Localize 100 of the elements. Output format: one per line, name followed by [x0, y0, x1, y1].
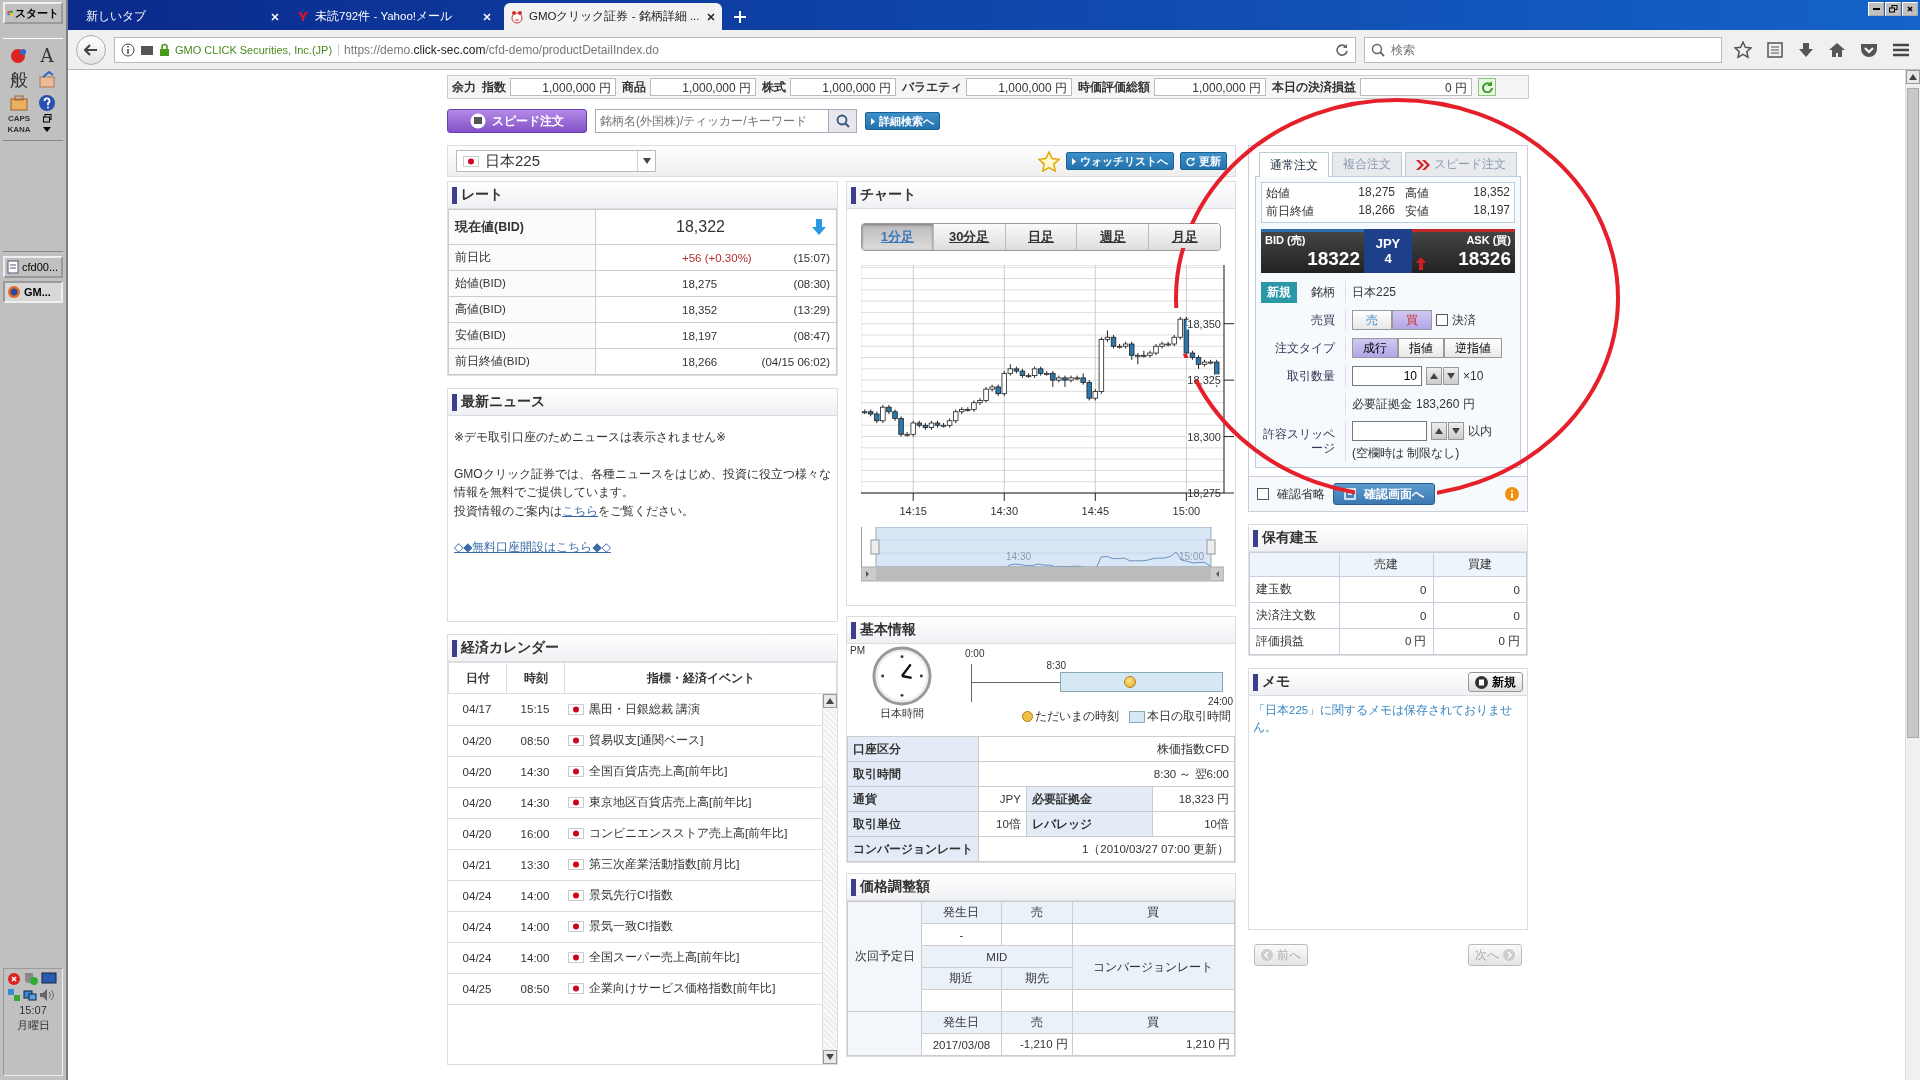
order-type-button[interactable]: 指値 [1398, 338, 1444, 358]
rate-time: (08:30) [793, 277, 830, 290]
ime-icon[interactable] [10, 46, 28, 65]
advanced-search-button[interactable]: 詳細検索へ [865, 112, 940, 130]
spin-up-button[interactable] [1431, 422, 1447, 440]
ime-kanji-mode[interactable]: 般 [10, 68, 28, 92]
scroll-up-button[interactable] [1906, 70, 1920, 84]
quantity-field[interactable]: 10 [1352, 366, 1422, 386]
legend-label: 本日の取引時間 [1147, 708, 1231, 725]
menu-icon[interactable] [1892, 41, 1910, 58]
rate-time: (04/15 06:02) [761, 355, 830, 368]
clock-time: 15:07 [19, 1004, 47, 1016]
event-name: 黒田・日銀総裁 講演 [589, 701, 701, 717]
legend-marker [1129, 710, 1145, 723]
taskbar-button[interactable]: cfd00... [3, 256, 63, 278]
new-memo-button[interactable]: 新規 [1468, 672, 1523, 692]
column-header: コンバージョンレート [1072, 945, 1235, 990]
refresh-button[interactable]: 更新 [1180, 152, 1227, 170]
url-text[interactable]: https://demo.click-sec.com/cfd-demo/productDetailIndex.do [344, 42, 1330, 57]
table-cell: 次回予定日 [847, 901, 922, 1012]
chevron-icon [871, 117, 875, 125]
refresh-button[interactable] [1478, 78, 1496, 96]
header-accent [452, 186, 457, 204]
balance-value: 1,000,000 円 [966, 78, 1072, 96]
help-icon[interactable] [38, 94, 56, 112]
address-bar[interactable]: GMO CLICK Securities, Inc.(JP) https://demo.click-sec.com/cfd-demo/productDetailIndex.do [114, 36, 1356, 63]
speed-order-button[interactable]: スピード注文 [447, 109, 587, 133]
balance-label: 余力 [452, 78, 476, 96]
period-tab[interactable]: 週足 [1077, 224, 1150, 250]
ask-quote[interactable]: ASK (買) 18326 [1412, 229, 1515, 273]
slippage-field[interactable] [1352, 421, 1427, 441]
checkbox[interactable] [1257, 488, 1269, 500]
period-tab[interactable]: 月足 [1149, 224, 1220, 250]
news-link[interactable]: こちら [562, 503, 598, 518]
ime-mode[interactable]: A [40, 45, 54, 66]
period-tab[interactable]: 日足 [1005, 224, 1078, 250]
axis-label: 14:45 [1081, 505, 1110, 517]
start-button[interactable]: スタート [3, 2, 63, 24]
table-cell: 建玉数 [1249, 576, 1340, 603]
quote-label: BID (売) [1265, 233, 1307, 248]
event-name: 全国百貨店売上高[前年比] [589, 764, 728, 779]
reading-list-icon[interactable] [1766, 41, 1784, 58]
home-icon[interactable] [1828, 41, 1846, 58]
minimize-button[interactable] [1868, 2, 1884, 16]
scroll-down-button[interactable] [823, 1050, 837, 1064]
close-tab-icon[interactable] [706, 11, 716, 22]
watchlist-button[interactable]: ウォッチリストへ [1066, 152, 1174, 170]
search-button[interactable] [828, 110, 856, 132]
clock-icon [872, 646, 932, 706]
table-cell: 0 [1433, 602, 1527, 629]
close-button[interactable] [1902, 2, 1918, 16]
browser-tab[interactable]: 新しいタブ [80, 3, 286, 30]
table-cell: 取引時間 [847, 761, 979, 787]
spin-up-button[interactable] [1426, 367, 1442, 385]
star-icon[interactable] [1038, 150, 1060, 172]
taskbar-button[interactable]: GM... [3, 281, 63, 303]
checkbox[interactable] [1436, 314, 1448, 326]
browser-tab[interactable]: 未読792件 - Yahoo!メール [292, 3, 498, 30]
bid-quote[interactable]: BID (売) 18322 [1261, 229, 1364, 273]
browser-tab[interactable]: GMOクリック証券 - 銘柄詳細 ... [504, 3, 722, 30]
order-type-button[interactable]: 逆指値 [1444, 338, 1502, 358]
table-cell: 16:00 [506, 818, 564, 849]
axis-label: 14:15 [899, 505, 927, 517]
symbol-dropdown[interactable]: 日本225 [456, 150, 656, 172]
spin-down-button[interactable] [1448, 422, 1464, 440]
search-field[interactable]: 検索 [1364, 36, 1722, 63]
down-triangle-icon [1447, 373, 1455, 379]
period-tab[interactable]: 30分足 [933, 224, 1006, 250]
balance-item-label: 時価評価総額 [1078, 78, 1150, 96]
signup-link[interactable]: ◇◆無料口座開設はこちら◆◇ [454, 540, 611, 555]
caret-icon[interactable] [43, 127, 51, 132]
spin-down-button[interactable] [1443, 367, 1459, 385]
reload-icon[interactable] [1335, 42, 1349, 57]
bookmark-star-icon[interactable] [1734, 40, 1752, 59]
table-cell: 04/21 [448, 849, 506, 880]
order-tab[interactable]: 通常注文 [1259, 152, 1329, 177]
download-icon[interactable] [1798, 41, 1814, 58]
error-icon[interactable] [7, 972, 21, 986]
restore-button[interactable] [1885, 2, 1901, 16]
order-type-button[interactable]: 成行 [1352, 338, 1398, 358]
summary-label: 始値 [1266, 185, 1291, 202]
back-button[interactable] [76, 34, 106, 65]
monitor-icon[interactable] [41, 972, 57, 986]
scroll-up-button[interactable] [823, 694, 837, 708]
pocket-icon[interactable] [1860, 41, 1878, 58]
speaker-icon[interactable] [39, 988, 55, 1002]
scrollbar[interactable] [822, 694, 837, 1064]
network-icon[interactable] [23, 988, 37, 1002]
lock-icon[interactable] [159, 43, 170, 56]
scrollbar[interactable] [1905, 70, 1920, 1080]
balance-item-label: 指数 [482, 78, 506, 96]
symbol-search-field[interactable]: 銘柄名(外国株)/ティッカー/キーワード [595, 109, 857, 133]
panel-title: 経済カレンダー [461, 639, 559, 657]
balance-item-label: 株式 [762, 78, 786, 96]
window-icon[interactable] [42, 114, 52, 123]
pad-icon[interactable] [38, 71, 56, 89]
info-icon[interactable] [121, 42, 135, 57]
new-tab-icon[interactable] [734, 11, 746, 23]
site-identity[interactable]: GMO CLICK Securities, Inc.(JP) [175, 43, 340, 56]
axis-label: 18,300 [1187, 430, 1221, 443]
